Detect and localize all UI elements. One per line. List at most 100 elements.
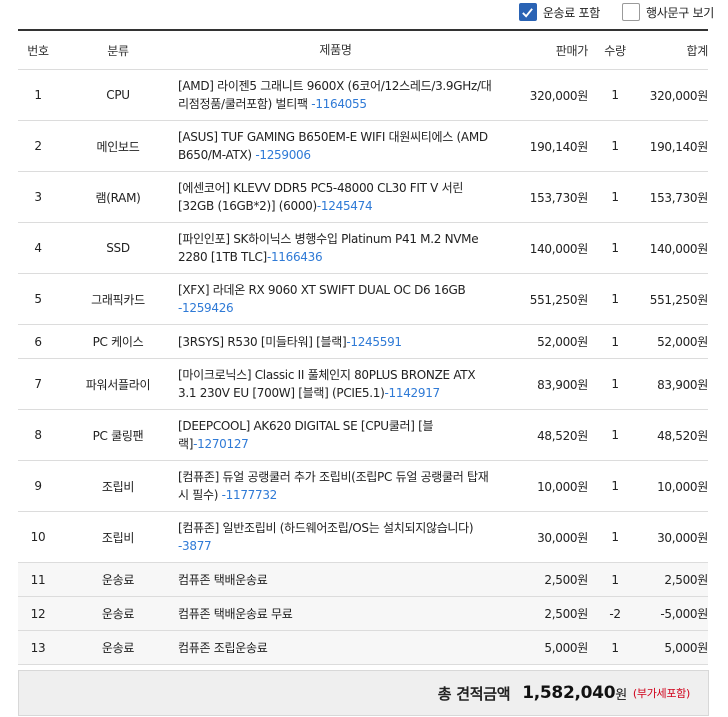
row-total: 10,000원	[657, 479, 708, 494]
header-category: 분류	[107, 43, 129, 58]
checkmark-icon	[522, 7, 534, 18]
shipping-include-checkbox[interactable]	[518, 3, 537, 21]
row-price: 190,140원	[529, 139, 589, 154]
row-total: 190,140원	[649, 139, 709, 154]
row-total: 2,500원	[664, 573, 708, 587]
row-number: 2	[34, 139, 42, 153]
row-number: 4	[34, 241, 42, 255]
row-qty: 1	[611, 139, 619, 153]
row-qty: 1	[611, 292, 619, 306]
product-name-text: 컴퓨존 택배운송료	[178, 572, 268, 587]
row-qty: 1	[611, 530, 619, 544]
row-product-name: [ASUS] TUF GAMING B650EM-E WIFI 대원씨티에스 (…	[178, 128, 493, 164]
row-category: PC 쿨링팬	[92, 428, 144, 443]
row-product-name: [AMD] 라이젠5 그래니트 9600X (6코어/12스레드/3.9GHz/…	[178, 77, 493, 113]
row-qty: -2	[609, 606, 621, 621]
row-qty: 1	[611, 479, 619, 493]
row-qty: 1	[611, 640, 619, 655]
table-row: 11 운송료 컴퓨존 택배운송료 2,500원 1 2,500원	[18, 563, 708, 597]
product-code-link[interactable]: -1259426	[178, 301, 234, 315]
total-label: 총 견적금액	[437, 684, 511, 703]
header-qty: 수량	[604, 43, 626, 58]
product-code-link[interactable]: -1259006	[255, 148, 311, 162]
shipping-include-option[interactable]: 운송료 포함	[518, 3, 601, 21]
row-total: -5,000원	[660, 607, 708, 621]
row-category: 파워서플라이	[85, 377, 151, 392]
row-number: 13	[30, 640, 46, 655]
row-price: 83,900원	[537, 377, 588, 392]
product-code-link[interactable]: -1245591	[346, 335, 402, 349]
row-total: 140,000원	[649, 241, 709, 256]
row-product-name: 컴퓨존 택배운송료 무료	[178, 605, 493, 623]
table-row: 8 PC 쿨링팬 [DEEPCOOL] AK620 DIGITAL SE [CPU쿨…	[18, 410, 708, 461]
table-row: 13 운송료 컴퓨존 조립운송료 5,000원 1 5,000원	[18, 631, 708, 665]
row-category: 조립비	[101, 530, 135, 545]
product-name-text: [파인인포] SK하이닉스 병행수입 Platinum P41 M.2 NVMe…	[178, 232, 479, 264]
row-product-name: [XFX] 라데온 RX 9060 XT SWIFT DUAL OC D6 16…	[178, 281, 493, 317]
row-qty: 1	[611, 88, 619, 102]
quote-table: 번호 분류 제품명 판매가 수량 합계 1 CPU [AMD] 라이젠5 그래니트 …	[18, 29, 708, 665]
row-category: CPU	[106, 88, 130, 102]
shipping-include-label: 운송료 포함	[542, 5, 601, 20]
row-number: 7	[34, 377, 42, 391]
row-total: 153,730원	[649, 190, 709, 205]
row-price: 2,500원	[544, 573, 588, 587]
row-price: 48,520원	[537, 428, 588, 443]
product-code-link[interactable]: -1270127	[193, 437, 249, 451]
product-code-link[interactable]: -1177732	[222, 488, 278, 502]
table-row: 5 그래픽카드 [XFX] 라데온 RX 9060 XT SWIFT DUAL OC…	[18, 274, 708, 325]
total-unit: 원	[615, 687, 627, 703]
header-no: 번호	[27, 43, 49, 58]
table-header-row: 번호 분류 제품명 판매가 수량 합계	[18, 31, 708, 70]
row-price: 320,000원	[529, 88, 589, 103]
row-number: 3	[34, 190, 42, 204]
table-row: 7 파워서플라이 [마이크로닉스] Classic II 풀체인지 80PLUS B…	[18, 359, 708, 410]
row-total: 83,900원	[657, 377, 708, 392]
table-row: 12 운송료 컴퓨존 택배운송료 무료 2,500원 -2 -5,000원	[18, 597, 708, 631]
row-qty: 1	[611, 572, 619, 587]
row-qty: 1	[611, 428, 619, 442]
table-body: 1 CPU [AMD] 라이젠5 그래니트 9600X (6코어/12스레드/3.9…	[18, 70, 708, 665]
row-number: 1	[34, 88, 42, 102]
promo-text-label: 행사문구 보기	[646, 5, 714, 20]
row-product-name: [파인인포] SK하이닉스 병행수입 Platinum P41 M.2 NVMe…	[178, 230, 493, 266]
row-price: 10,000원	[537, 479, 588, 494]
row-total: 551,250원	[649, 292, 709, 307]
table-row: 2 메인보드 [ASUS] TUF GAMING B650EM-E WIFI 대원씨…	[18, 121, 708, 172]
row-category: 메인보드	[96, 139, 140, 154]
row-qty: 1	[611, 377, 619, 391]
table-row: 6 PC 케이스 [3RSYS] R530 [미들타워] [블랙]-1245591 5…	[18, 325, 708, 359]
row-qty: 1	[611, 190, 619, 204]
product-name-text: 컴퓨존 조립운송료	[178, 640, 268, 655]
row-price: 140,000원	[529, 241, 589, 256]
row-category: 램(RAM)	[95, 190, 141, 205]
product-name-text: [컴퓨존] 일반조립비 (하드웨어조립/OS는 설치되지않습니다)	[178, 521, 474, 535]
promo-text-checkbox[interactable]	[622, 3, 641, 21]
row-price: 30,000원	[537, 530, 588, 545]
product-name-text: [3RSYS] R530 [미들타워] [블랙]	[178, 334, 347, 349]
row-number: 12	[30, 606, 46, 621]
promo-text-option[interactable]: 행사문구 보기	[622, 3, 714, 21]
row-product-name: [컴퓨존] 듀얼 공랭쿨러 추가 조립비(조립PC 듀얼 공랭쿨러 탑재 시 필…	[178, 468, 493, 504]
row-product-name: 컴퓨존 택배운송료	[178, 571, 493, 589]
row-price: 153,730원	[529, 190, 589, 205]
product-code-link[interactable]: -1245474	[317, 199, 373, 213]
row-total: 52,000원	[657, 335, 708, 349]
table-row: 10 조립비 [컴퓨존] 일반조립비 (하드웨어조립/OS는 설치되지않습니다) -…	[18, 512, 708, 563]
row-number: 8	[34, 428, 42, 442]
header-price: 판매가	[555, 43, 589, 58]
row-product-name: [컴퓨존] 일반조립비 (하드웨어조립/OS는 설치되지않습니다) -3877	[178, 519, 493, 555]
product-code-link[interactable]: -3877	[178, 539, 212, 553]
row-number: 11	[30, 572, 46, 587]
row-price: 52,000원	[537, 335, 588, 349]
product-code-link[interactable]: -1142917	[385, 386, 441, 400]
row-number: 10	[30, 530, 46, 544]
product-code-link[interactable]: -1164055	[311, 97, 367, 111]
total-amount: 1,582,040	[522, 683, 616, 703]
table-row: 9 조립비 [컴퓨존] 듀얼 공랭쿨러 추가 조립비(조립PC 듀얼 공랭쿨러 탑재…	[18, 461, 708, 512]
product-code-link[interactable]: -1166436	[267, 250, 323, 264]
row-total: 5,000원	[664, 641, 708, 655]
row-total: 48,520원	[657, 428, 708, 443]
table-row: 1 CPU [AMD] 라이젠5 그래니트 9600X (6코어/12스레드/3.9…	[18, 70, 708, 121]
product-name-text: 컴퓨존 택배운송료 무료	[178, 606, 293, 621]
